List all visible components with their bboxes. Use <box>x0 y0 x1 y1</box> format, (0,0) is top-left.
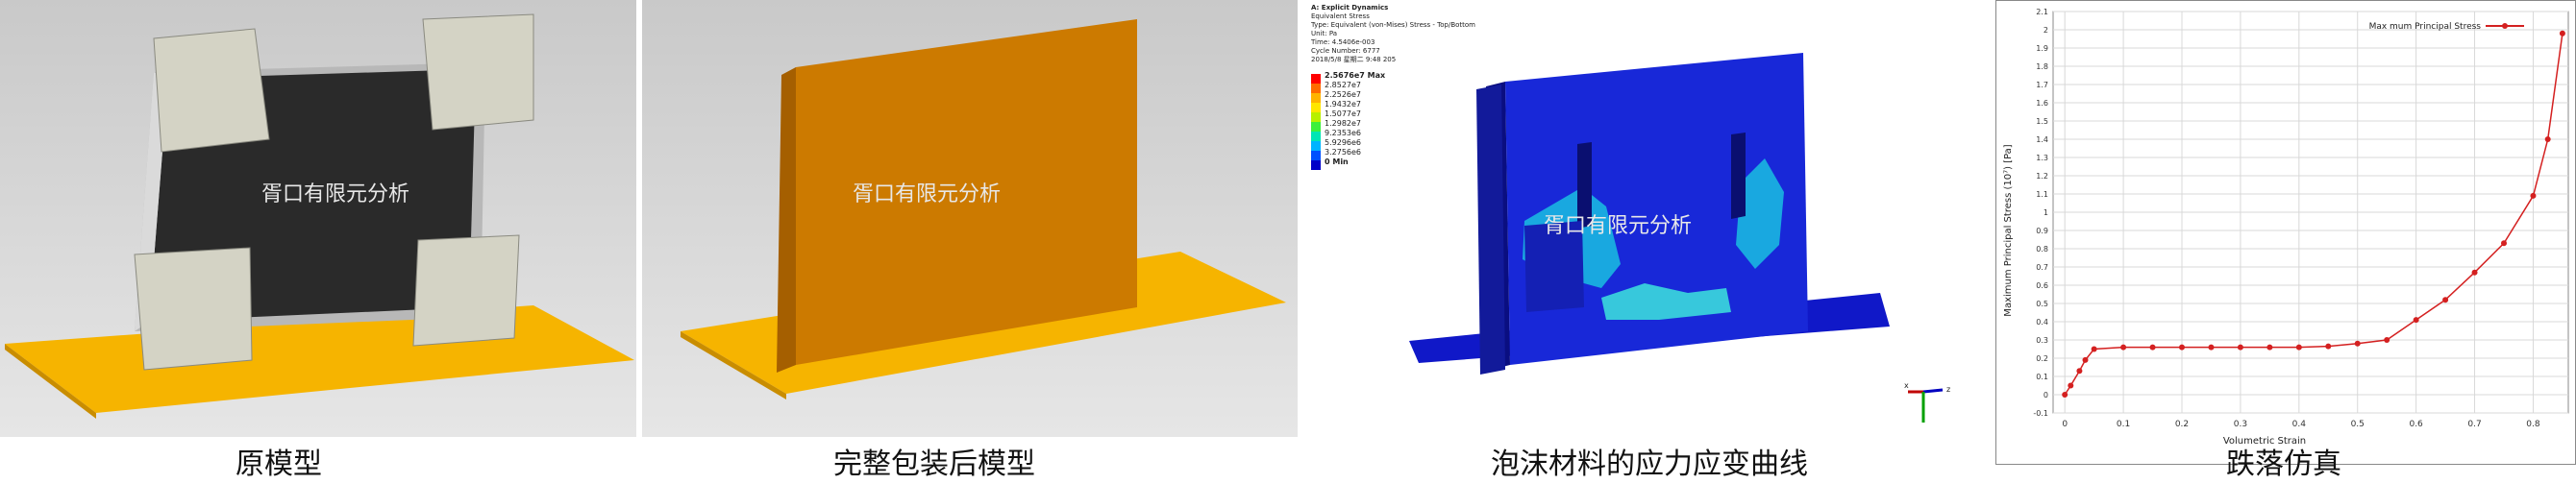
y-tick-label: 1.3 <box>2036 154 2048 162</box>
y-tick-labels: -0.1 0 0.1 0.2 0.3 0.4 0.5 0.6 0.7 0.8 0.9 1 1.1 1.2 1… <box>2033 8 2048 418</box>
y-tick-label: 1.4 <box>2036 135 2048 144</box>
y-tick-label: 1.2 <box>2036 172 2048 181</box>
y-tick-label: 1.7 <box>2036 81 2048 89</box>
stress-contour-render: A: Explicit Dynamics Equivalent Stress T… <box>1303 0 1995 437</box>
triad-x-label: x <box>1904 381 1909 390</box>
data-point <box>2413 317 2419 324</box>
data-point <box>2559 30 2565 36</box>
series-line <box>2064 33 2564 396</box>
data-point <box>2208 344 2215 351</box>
y-tick-label: 0.2 <box>2036 354 2048 363</box>
data-point <box>2120 344 2127 351</box>
corner-block-top-left <box>153 28 270 153</box>
x-tick-label: 0.3 <box>2234 420 2247 429</box>
stress-strain-chart: -0.1 0 0.1 0.2 0.3 0.4 0.5 0.6 0.7 0.8 0.9 1 1.1 1.2 1… <box>2003 8 2569 447</box>
y-tick-label: 0.8 <box>2036 245 2048 254</box>
data-point <box>2149 344 2156 351</box>
y-tick-label: 1.9 <box>2036 44 2048 53</box>
caption-packaged-model: 完整包装后模型 <box>833 448 1035 481</box>
data-point <box>2471 269 2478 276</box>
data-point <box>2544 136 2551 142</box>
y-tick-label: 0.7 <box>2036 263 2048 272</box>
data-point <box>2179 344 2185 351</box>
data-point <box>2442 297 2449 303</box>
data-point <box>2384 337 2390 343</box>
data-point <box>2266 344 2273 351</box>
watermark-text: 胥口有限元分析 <box>1544 214 1693 238</box>
chart-series <box>2062 30 2565 398</box>
y-tick-label: 0.4 <box>2036 318 2048 327</box>
y-tick-label: 1.1 <box>2036 190 2048 199</box>
y-tick-label: 0.9 <box>2036 227 2048 235</box>
data-point <box>2530 192 2537 199</box>
corner-block-bottom-right <box>412 234 520 347</box>
packaged-model-render: 胥口有限元分析 <box>642 0 1298 437</box>
legend-series-name: Max mum Principal Stress <box>2369 22 2482 32</box>
stress-strain-chart-panel: -0.1 0 0.1 0.2 0.3 0.4 0.5 0.6 0.7 0.8 0.9 1 1.1 1.2 1… <box>1995 0 2576 465</box>
y-tick-label: 0.1 <box>2036 373 2048 381</box>
packaged-model-drawing <box>681 19 1286 399</box>
data-point <box>2068 382 2074 389</box>
watermark-text: 胥口有限元分析 <box>853 182 1002 206</box>
original-model-render: 胥口有限元分析 <box>0 0 636 437</box>
caption-foam-curve: 泡沫材料的应力应变曲线 <box>1491 448 1808 481</box>
x-tick-label: 0.8 <box>2526 420 2540 429</box>
x-tick-label: 0.2 <box>2175 420 2189 429</box>
data-point <box>2062 392 2068 398</box>
coordinate-triad-icon: x z <box>1904 381 1950 423</box>
data-point <box>2325 343 2332 350</box>
x-tick-label: 0 <box>2062 420 2068 429</box>
triad-z-label: z <box>1946 385 1950 394</box>
contour-box-edge <box>1476 85 1505 375</box>
y-tick-label: 1.8 <box>2036 62 2048 71</box>
x-tick-label: 0.5 <box>2351 420 2365 429</box>
corner-block-bottom-left <box>134 247 253 371</box>
chart-grid <box>2052 11 2569 414</box>
y-tick-label: -0.1 <box>2033 409 2048 418</box>
data-point <box>2354 340 2361 347</box>
y-tick-label: 0.6 <box>2036 281 2048 290</box>
corner-block-top-right <box>422 13 534 131</box>
y-tick-label: 0.5 <box>2036 300 2048 308</box>
data-point <box>2091 346 2097 352</box>
foam-slot-right <box>1731 133 1746 219</box>
y-tick-label: 0.3 <box>2036 336 2048 345</box>
y-axis-label: Maximum Principal Stress (10⁷) [Pa] <box>2003 144 2014 316</box>
caption-original-model: 原模型 <box>235 448 322 481</box>
data-point <box>2295 344 2302 351</box>
caption-drop-sim: 跌落仿真 <box>2226 448 2341 481</box>
x-tick-label: 0.6 <box>2409 420 2423 429</box>
data-point <box>2082 356 2089 363</box>
original-model-drawing <box>5 13 634 419</box>
y-tick-label: 1 <box>2043 208 2048 217</box>
x-tick-label: 0.7 <box>2467 420 2481 429</box>
data-point <box>2076 368 2083 375</box>
x-tick-labels: 0 0.1 0.2 0.3 0.4 0.5 0.6 0.7 0.8 <box>2062 420 2540 429</box>
data-point <box>2501 240 2507 247</box>
watermark-text: 胥口有限元分析 <box>261 182 410 206</box>
x-tick-label: 0.1 <box>2117 420 2130 429</box>
y-tick-label: 2 <box>2043 26 2048 35</box>
data-point <box>2237 344 2243 351</box>
y-tick-label: 1.6 <box>2036 99 2048 108</box>
y-tick-label: 0 <box>2043 391 2048 399</box>
y-tick-label: 1.5 <box>2036 117 2048 126</box>
legend-marker-swatch <box>2502 23 2508 29</box>
y-tick-label: 2.1 <box>2036 8 2048 16</box>
x-tick-label: 0.4 <box>2292 420 2307 429</box>
package-box-side <box>777 67 796 373</box>
